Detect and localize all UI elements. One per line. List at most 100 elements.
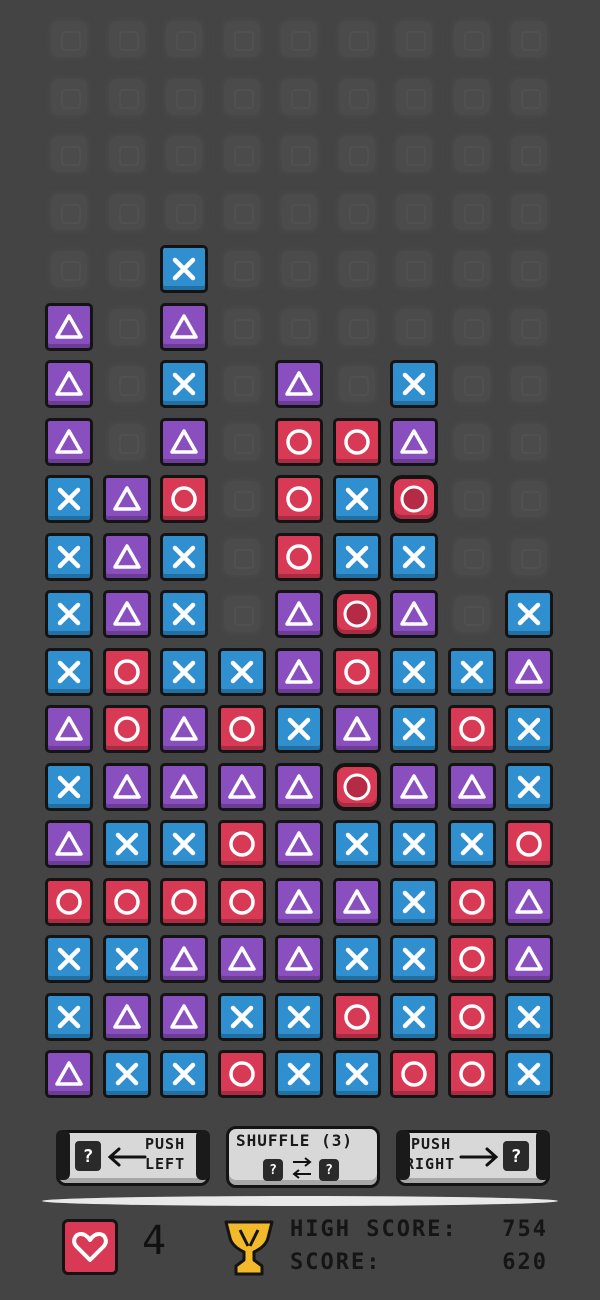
triangle-tile[interactable] bbox=[45, 302, 93, 351]
cross-tile[interactable] bbox=[275, 705, 323, 753]
push-left-button[interactable]: ? PUSH LEFT bbox=[56, 1130, 210, 1186]
cross-tile[interactable] bbox=[45, 935, 93, 983]
cross-tile[interactable] bbox=[160, 647, 208, 696]
triangle-tile[interactable] bbox=[390, 762, 438, 811]
triangle-tile[interactable] bbox=[390, 417, 438, 466]
circle-tile[interactable] bbox=[45, 877, 93, 926]
cross-tile[interactable] bbox=[45, 992, 93, 1041]
cross-tile[interactable] bbox=[45, 590, 93, 638]
cross-tile[interactable] bbox=[45, 647, 93, 696]
triangle-tile[interactable] bbox=[275, 762, 323, 811]
cross-tile[interactable] bbox=[505, 1050, 553, 1098]
triangle-tile[interactable] bbox=[447, 762, 496, 811]
triangle-tile[interactable] bbox=[275, 647, 323, 696]
triangle-tile[interactable] bbox=[45, 1050, 93, 1098]
circle-tile[interactable] bbox=[505, 820, 553, 868]
game-board[interactable] bbox=[0, 0, 600, 1110]
cross-tile[interactable] bbox=[390, 992, 438, 1041]
triangle-tile[interactable] bbox=[275, 935, 323, 983]
cross-tile[interactable] bbox=[160, 360, 208, 408]
circle-tile[interactable] bbox=[390, 1050, 438, 1098]
triangle-tile[interactable] bbox=[275, 590, 323, 638]
cross-tile[interactable] bbox=[505, 762, 553, 811]
cross-tile[interactable] bbox=[332, 475, 381, 523]
cross-tile[interactable] bbox=[332, 1050, 381, 1098]
circle-tile[interactable] bbox=[217, 1050, 266, 1098]
cross-tile[interactable] bbox=[447, 820, 496, 868]
circle-tile[interactable] bbox=[447, 992, 496, 1041]
triangle-tile[interactable] bbox=[45, 417, 93, 466]
cross-tile[interactable] bbox=[160, 820, 208, 868]
circle-tile[interactable] bbox=[217, 820, 266, 868]
triangle-tile[interactable] bbox=[160, 935, 208, 983]
cross-tile[interactable] bbox=[102, 935, 151, 983]
cross-tile[interactable] bbox=[275, 1050, 323, 1098]
triangle-tile[interactable] bbox=[160, 417, 208, 466]
circle-tile[interactable] bbox=[160, 475, 208, 523]
triangle-tile[interactable] bbox=[45, 820, 93, 868]
cross-tile[interactable] bbox=[332, 532, 381, 581]
triangle-tile[interactable] bbox=[102, 475, 151, 523]
framed-circle-tile[interactable] bbox=[332, 762, 381, 811]
circle-tile[interactable] bbox=[217, 877, 266, 926]
cross-tile[interactable] bbox=[217, 647, 266, 696]
triangle-tile[interactable] bbox=[217, 762, 266, 811]
triangle-tile[interactable] bbox=[160, 762, 208, 811]
triangle-tile[interactable] bbox=[160, 705, 208, 753]
circle-tile[interactable] bbox=[447, 705, 496, 753]
cross-tile[interactable] bbox=[505, 992, 553, 1041]
triangle-tile[interactable] bbox=[390, 590, 438, 638]
cross-tile[interactable] bbox=[45, 762, 93, 811]
circle-tile[interactable] bbox=[275, 475, 323, 523]
cross-tile[interactable] bbox=[275, 992, 323, 1041]
triangle-tile[interactable] bbox=[102, 590, 151, 638]
circle-tile[interactable] bbox=[447, 877, 496, 926]
cross-tile[interactable] bbox=[447, 647, 496, 696]
triangle-tile[interactable] bbox=[217, 935, 266, 983]
circle-tile[interactable] bbox=[447, 1050, 496, 1098]
framed-circle-tile[interactable] bbox=[332, 590, 381, 638]
cross-tile[interactable] bbox=[160, 590, 208, 638]
triangle-tile[interactable] bbox=[102, 762, 151, 811]
shuffle-button[interactable]: SHUFFLE (3) ? ? bbox=[226, 1126, 380, 1188]
cross-tile[interactable] bbox=[160, 532, 208, 581]
circle-tile[interactable] bbox=[332, 992, 381, 1041]
cross-tile[interactable] bbox=[332, 820, 381, 868]
cross-tile[interactable] bbox=[505, 590, 553, 638]
cross-tile[interactable] bbox=[390, 820, 438, 868]
circle-tile[interactable] bbox=[332, 647, 381, 696]
triangle-tile[interactable] bbox=[275, 360, 323, 408]
cross-tile[interactable] bbox=[217, 992, 266, 1041]
circle-tile[interactable] bbox=[102, 705, 151, 753]
circle-tile[interactable] bbox=[102, 647, 151, 696]
cross-tile[interactable] bbox=[45, 532, 93, 581]
triangle-tile[interactable] bbox=[102, 992, 151, 1041]
triangle-tile[interactable] bbox=[45, 705, 93, 753]
triangle-tile[interactable] bbox=[160, 992, 208, 1041]
cross-tile[interactable] bbox=[390, 877, 438, 926]
triangle-tile[interactable] bbox=[332, 705, 381, 753]
cross-tile[interactable] bbox=[505, 705, 553, 753]
cross-tile[interactable] bbox=[390, 360, 438, 408]
cross-tile[interactable] bbox=[102, 1050, 151, 1098]
triangle-tile[interactable] bbox=[332, 877, 381, 926]
push-right-button[interactable]: PUSH RIGHT ? bbox=[396, 1130, 550, 1186]
circle-tile[interactable] bbox=[160, 877, 208, 926]
circle-tile[interactable] bbox=[275, 417, 323, 466]
cross-tile[interactable] bbox=[390, 647, 438, 696]
cross-tile[interactable] bbox=[390, 935, 438, 983]
cross-tile[interactable] bbox=[332, 935, 381, 983]
triangle-tile[interactable] bbox=[505, 935, 553, 983]
cross-tile[interactable] bbox=[160, 245, 208, 293]
circle-tile[interactable] bbox=[332, 417, 381, 466]
circle-tile[interactable] bbox=[217, 705, 266, 753]
triangle-tile[interactable] bbox=[505, 877, 553, 926]
cross-tile[interactable] bbox=[390, 532, 438, 581]
triangle-tile[interactable] bbox=[45, 360, 93, 408]
circle-tile[interactable] bbox=[275, 532, 323, 581]
triangle-tile[interactable] bbox=[505, 647, 553, 696]
cross-tile[interactable] bbox=[390, 705, 438, 753]
framed-circle-tile[interactable] bbox=[390, 475, 438, 523]
circle-tile[interactable] bbox=[102, 877, 151, 926]
triangle-tile[interactable] bbox=[275, 877, 323, 926]
